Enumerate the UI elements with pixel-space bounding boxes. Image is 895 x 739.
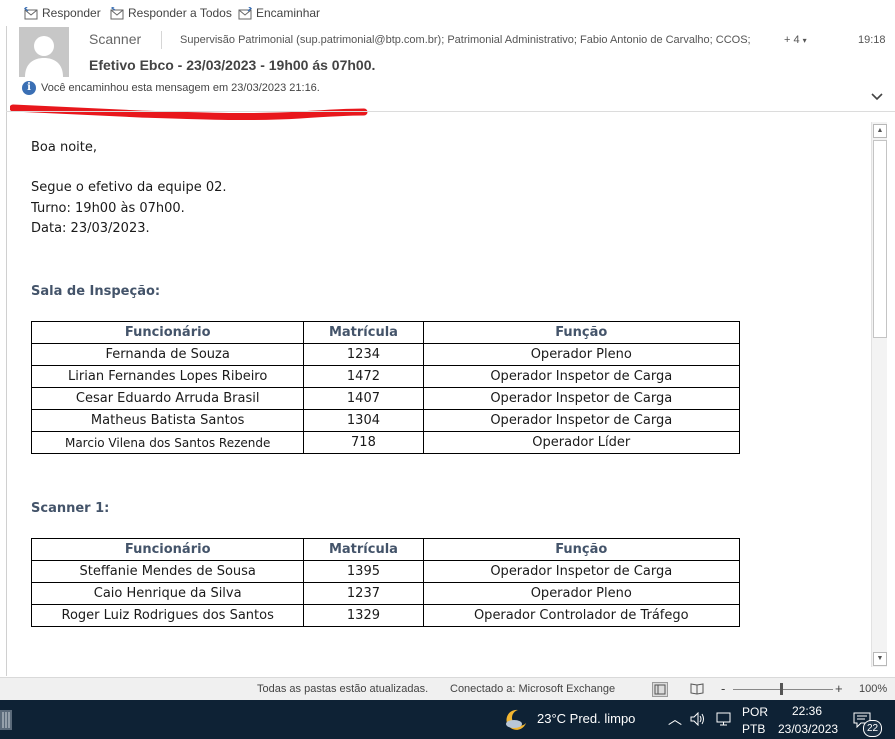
employee-id: 1472: [303, 365, 424, 388]
forward-icon: [238, 6, 253, 19]
employee-role: Operador Controlador de Tráfego: [422, 604, 741, 627]
table-header-row: Funcionário Matrícula Função: [31, 538, 741, 561]
chevron-up-icon[interactable]: ︿: [668, 709, 682, 729]
chevron-down-icon: ▾: [802, 36, 807, 45]
folder-status: Todas as pastas estão atualizadas.: [257, 683, 429, 695]
column-header: Matrícula: [303, 538, 424, 561]
scroll-thumb[interactable]: [873, 140, 887, 338]
chevron-down-icon: [871, 93, 883, 101]
weather-moon-icon[interactable]: [504, 708, 528, 732]
scroll-down-arrow[interactable]: ▼: [873, 652, 887, 666]
reply-icon: [24, 6, 38, 19]
employee-name: Marcio Vilena dos Santos Rezende: [31, 431, 305, 454]
employee-id: 1329: [303, 604, 424, 627]
employee-id: 1237: [303, 582, 424, 605]
app-icon[interactable]: [0, 710, 12, 730]
table-header-row: Funcionário Matrícula Função: [31, 321, 741, 344]
table-row: Steffanie Mendes de Sousa 1395 Operador …: [31, 560, 741, 583]
reply-all-icon: [110, 6, 124, 19]
body-line: Segue o efetivo da equipe 02.: [31, 180, 227, 195]
zoom-slider-track[interactable]: [733, 689, 833, 690]
sender-avatar[interactable]: [19, 27, 69, 77]
forwarded-info: Você encaminhou esta mensagem em 23/03/2…: [41, 82, 320, 94]
section-title: Sala de Inspeção:: [31, 284, 161, 299]
normal-view-button[interactable]: [652, 682, 668, 697]
body-line: Turno: 19h00 às 07h00.: [31, 201, 185, 216]
column-header: Função: [422, 321, 741, 344]
expand-header-button[interactable]: [870, 88, 884, 106]
employee-role: Operador Pleno: [422, 582, 741, 605]
forward-button[interactable]: Encaminhar: [238, 4, 320, 22]
normal-view-icon: [654, 684, 666, 695]
employee-role: Operador Inspetor de Carga: [422, 387, 741, 410]
sender-name[interactable]: Scanner: [89, 31, 141, 47]
table-row: Marcio Vilena dos Santos Rezende 718 Ope…: [31, 431, 741, 454]
more-recipients-button[interactable]: + 4 ▾: [784, 34, 807, 46]
notification-badge: 22: [863, 720, 882, 737]
column-header: Funcionário: [31, 538, 305, 561]
speaker-icon[interactable]: [690, 712, 706, 726]
reading-view-icon: [690, 683, 704, 695]
zoom-slider-thumb[interactable]: [780, 683, 783, 695]
body-line: Data: 23/03/2023.: [31, 221, 150, 236]
employee-role: Operador Inspetor de Carga: [422, 560, 741, 583]
employee-name: Fernanda de Souza: [31, 343, 305, 366]
employee-name: Steffanie Mendes de Sousa: [31, 560, 305, 583]
employee-role: Operador Inspetor de Carga: [422, 409, 741, 432]
network-icon[interactable]: [716, 712, 732, 726]
keyboard-layout[interactable]: PTB: [742, 722, 765, 736]
vertical-scrollbar[interactable]: ▲ ▼: [871, 122, 887, 667]
employee-role: Operador Pleno: [422, 343, 741, 366]
employee-role: Operador Inspetor de Carga: [422, 365, 741, 388]
input-language[interactable]: POR: [742, 705, 768, 719]
column-header: Matrícula: [303, 321, 424, 344]
person-icon: [25, 36, 63, 77]
table-row: Roger Luiz Rodrigues dos Santos 1329 Ope…: [31, 604, 741, 627]
employee-id: 1395: [303, 560, 424, 583]
status-bar: Todas as pastas estão atualizadas. Conec…: [0, 677, 895, 701]
employee-role: Operador Líder: [422, 431, 741, 454]
table-row: Matheus Batista Santos 1304 Operador Ins…: [31, 409, 741, 432]
table-row: Caio Henrique da Silva 1237 Operador Ple…: [31, 582, 741, 605]
employee-id: 718: [303, 431, 424, 454]
inspection-room-table: Funcionário Matrícula Função Fernanda de…: [31, 321, 741, 454]
employee-name: Matheus Batista Santos: [31, 409, 305, 432]
reading-view-button[interactable]: [690, 682, 704, 695]
employee-id: 1234: [303, 343, 424, 366]
connection-status: Conectado a: Microsoft Exchange: [450, 683, 616, 695]
reading-pane-toolbar: Responder Responder a Todos Encaminhar: [0, 0, 895, 26]
more-recipients-count: + 4: [784, 34, 800, 46]
reply-all-button[interactable]: Responder a Todos: [109, 4, 232, 22]
employee-name: Caio Henrique da Silva: [31, 582, 305, 605]
folder-pane-edge: [0, 26, 7, 676]
table-row: Fernanda de Souza 1234 Operador Pleno: [31, 343, 741, 366]
message-subject: Efetivo Ebco - 23/03/2023 - 19h00 ás 07h…: [89, 57, 376, 73]
scanner-table: Funcionário Matrícula Função Steffanie M…: [31, 538, 741, 627]
zoom-level[interactable]: 100%: [859, 683, 887, 695]
message-body: Boa noite, Segue o efetivo da equipe 02.…: [31, 112, 861, 674]
scroll-up-arrow[interactable]: ▲: [873, 124, 887, 138]
employee-name: Cesar Eduardo Arruda Brasil: [31, 387, 305, 410]
zoom-in-button[interactable]: +: [835, 681, 843, 696]
header-divider: [161, 31, 162, 49]
employee-id: 1304: [303, 409, 424, 432]
table-row: Lirian Fernandes Lopes Ribeiro 1472 Oper…: [31, 365, 741, 388]
column-header: Função: [422, 538, 741, 561]
greeting-text: Boa noite,: [31, 140, 98, 155]
zoom-out-button[interactable]: -: [721, 681, 725, 696]
recipients-list[interactable]: Supervisão Patrimonial (sup.patrimonial@…: [180, 34, 751, 46]
message-time: 19:18: [858, 34, 886, 46]
table-row: Cesar Eduardo Arruda Brasil 1407 Operado…: [31, 387, 741, 410]
reply-button[interactable]: Responder: [24, 4, 101, 22]
weather-text[interactable]: 23°C Pred. limpo: [537, 711, 635, 726]
column-header: Funcionário: [31, 321, 305, 344]
clock-time[interactable]: 22:36: [792, 704, 822, 718]
employee-id: 1407: [303, 387, 424, 410]
employee-name: Roger Luiz Rodrigues dos Santos: [31, 604, 305, 627]
section-title: Scanner 1:: [31, 501, 110, 516]
windows-taskbar: 23°C Pred. limpo ︿ POR PTB 22:36 23/03/2…: [0, 700, 895, 739]
clock-date[interactable]: 23/03/2023: [778, 722, 838, 736]
employee-name: Lirian Fernandes Lopes Ribeiro: [31, 365, 305, 388]
info-icon: i: [22, 81, 36, 95]
